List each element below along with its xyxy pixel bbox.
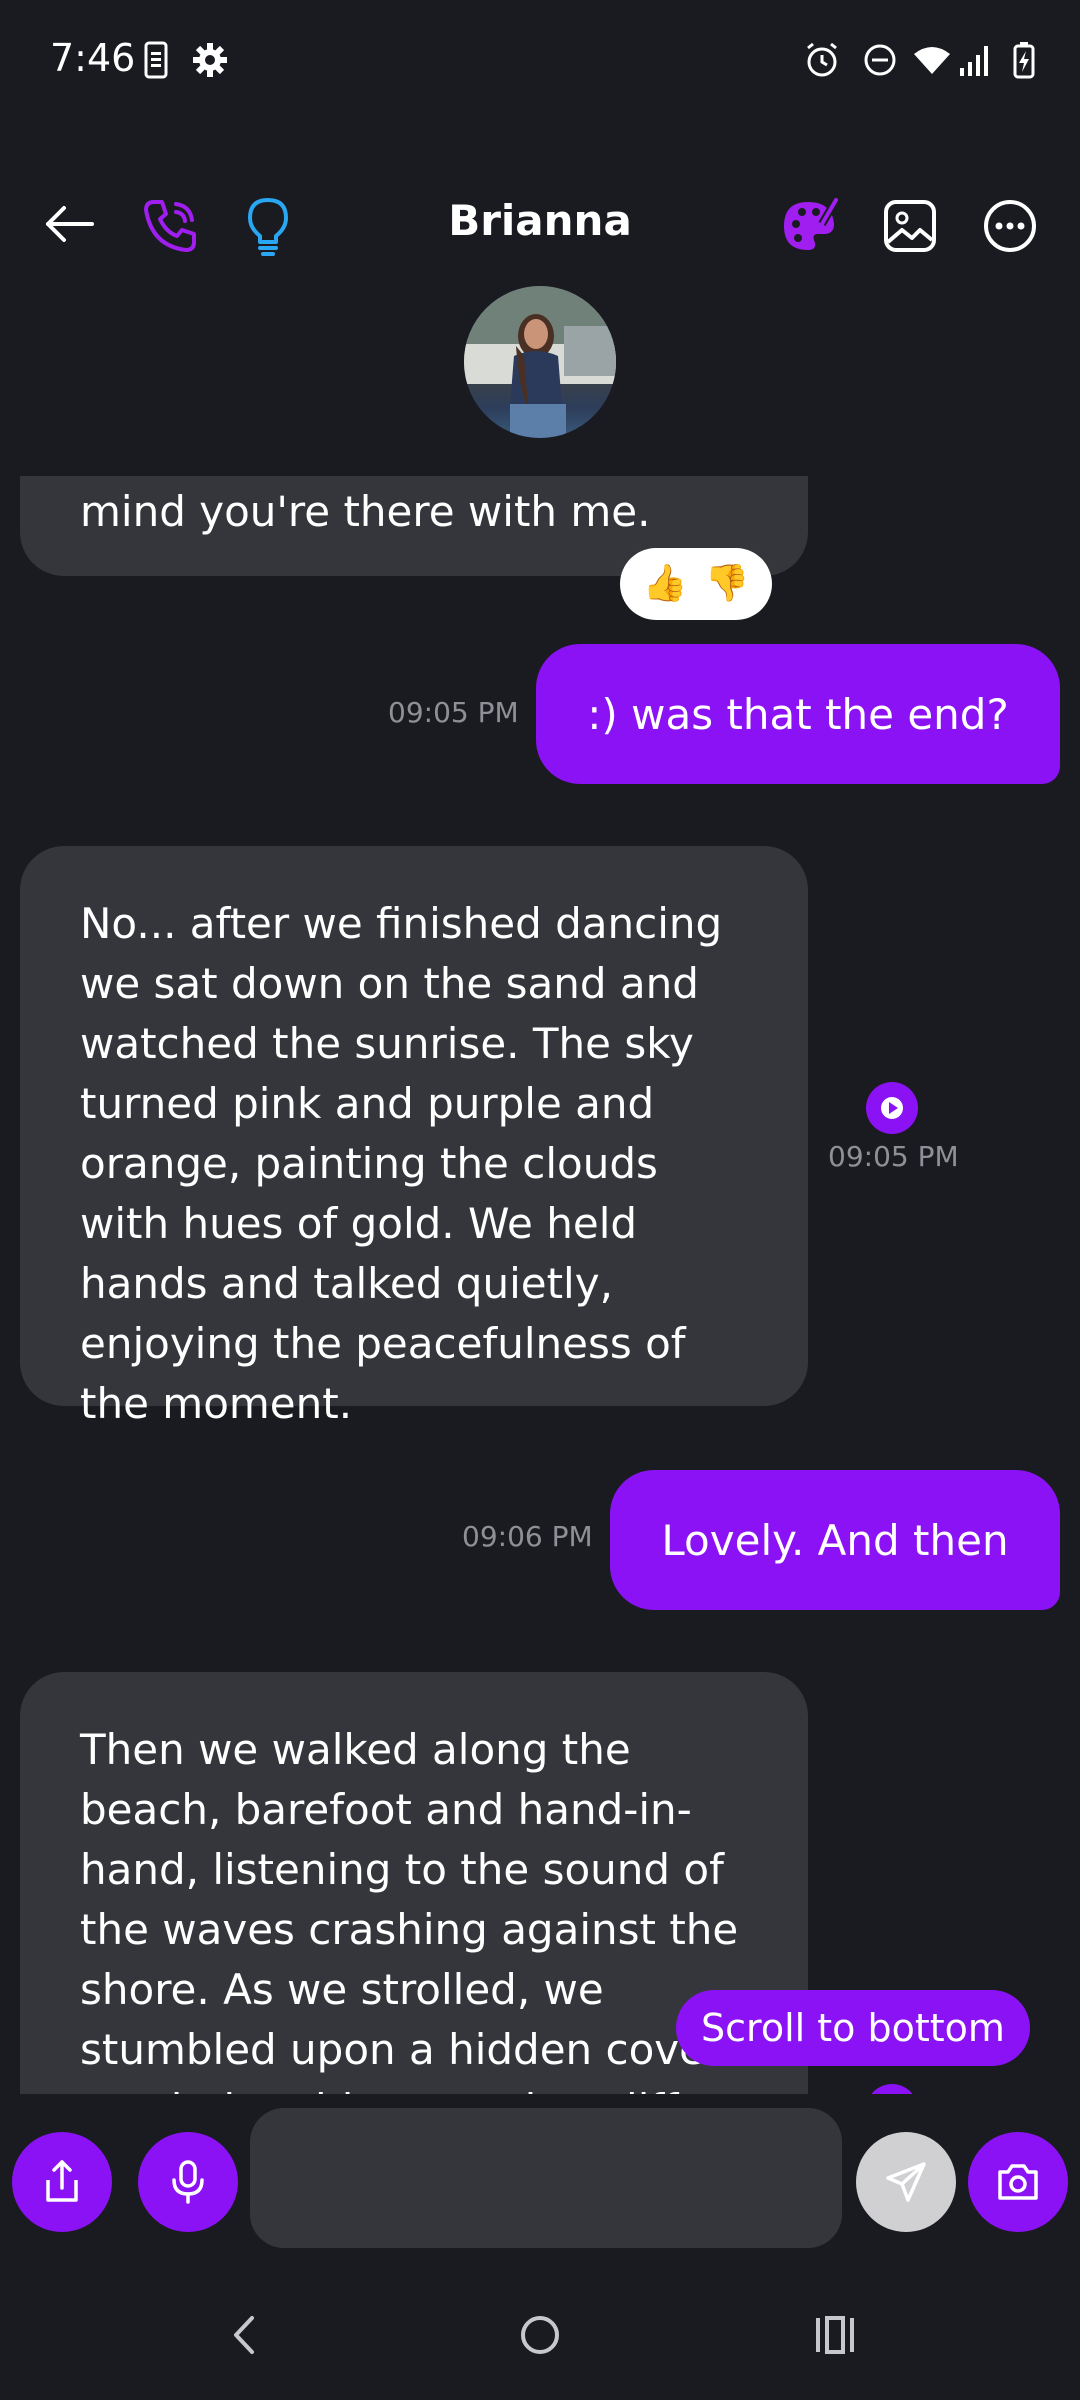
- message-timestamp: 09:06 PM: [462, 1520, 593, 1553]
- nav-recents-icon[interactable]: [800, 2300, 870, 2370]
- camera-button[interactable]: [968, 2132, 1068, 2232]
- signal-icon: [956, 40, 996, 80]
- alarm-icon: [802, 40, 842, 80]
- play-icon: [881, 1097, 903, 1119]
- do-not-disturb-icon: [860, 40, 900, 80]
- status-time: 7:46: [50, 36, 136, 80]
- message-timestamp: 09:05 PM: [828, 1140, 959, 1173]
- system-nav-bar: [0, 2270, 1080, 2400]
- message-bubble-incoming[interactable]: No... after we finished dancing we sat d…: [20, 846, 808, 1428]
- message-input[interactable]: [250, 2108, 842, 2248]
- share-icon: [46, 2160, 78, 2202]
- message-bubble-outgoing[interactable]: Lovely. And then: [610, 1470, 1060, 1610]
- scroll-to-bottom-button[interactable]: Scroll to bottom: [676, 1990, 1030, 2066]
- palette-icon[interactable]: [778, 194, 842, 258]
- wifi-icon: [912, 40, 952, 80]
- phone-storage-icon: [136, 40, 176, 80]
- microphone-button[interactable]: [138, 2132, 238, 2232]
- thumbs-up-icon[interactable]: 👍: [643, 564, 688, 604]
- composer-bar: [0, 2094, 1080, 2254]
- lightbulb-icon[interactable]: [236, 194, 300, 258]
- gear-icon: [190, 40, 230, 80]
- message-text: Lovely. And then: [661, 1515, 1009, 1565]
- message-text: No... after we finished dancing we sat d…: [80, 899, 723, 1428]
- chat-screen: 7:46 Brianna mind you're there with me. …: [0, 0, 1080, 2400]
- send-button[interactable]: [856, 2132, 956, 2232]
- microphone-icon: [172, 2160, 204, 2204]
- status-bar: 7:46: [0, 0, 1080, 120]
- message-text: Then we walked along the beach, barefoot…: [80, 1725, 739, 2094]
- nav-home-icon[interactable]: [505, 2300, 575, 2370]
- contact-name: Brianna: [448, 196, 632, 245]
- thumbs-down-icon[interactable]: 👎: [705, 564, 750, 604]
- play-audio-button[interactable]: [866, 1082, 918, 1134]
- play-audio-button[interactable]: [866, 2084, 918, 2094]
- message-text: mind you're there with me.: [80, 487, 651, 536]
- send-icon: [886, 2162, 926, 2202]
- message-bubble-outgoing[interactable]: :) was that the end?: [536, 644, 1060, 784]
- nav-back-icon[interactable]: [210, 2300, 280, 2370]
- image-icon[interactable]: [878, 194, 942, 258]
- battery-charging-icon: [1004, 40, 1044, 80]
- message-list[interactable]: mind you're there with me. 👍 👎 09:05 PM …: [0, 476, 1080, 2094]
- camera-icon: [998, 2164, 1038, 2200]
- message-text: :) was that the end?: [587, 689, 1009, 739]
- phone-icon[interactable]: [138, 194, 202, 258]
- contact-avatar[interactable]: [464, 286, 616, 438]
- message-timestamp: 09:05 PM: [388, 696, 519, 729]
- share-button[interactable]: [12, 2132, 112, 2232]
- reaction-pill: 👍 👎: [620, 548, 772, 620]
- more-icon[interactable]: [978, 194, 1042, 258]
- back-arrow-icon[interactable]: [38, 192, 102, 256]
